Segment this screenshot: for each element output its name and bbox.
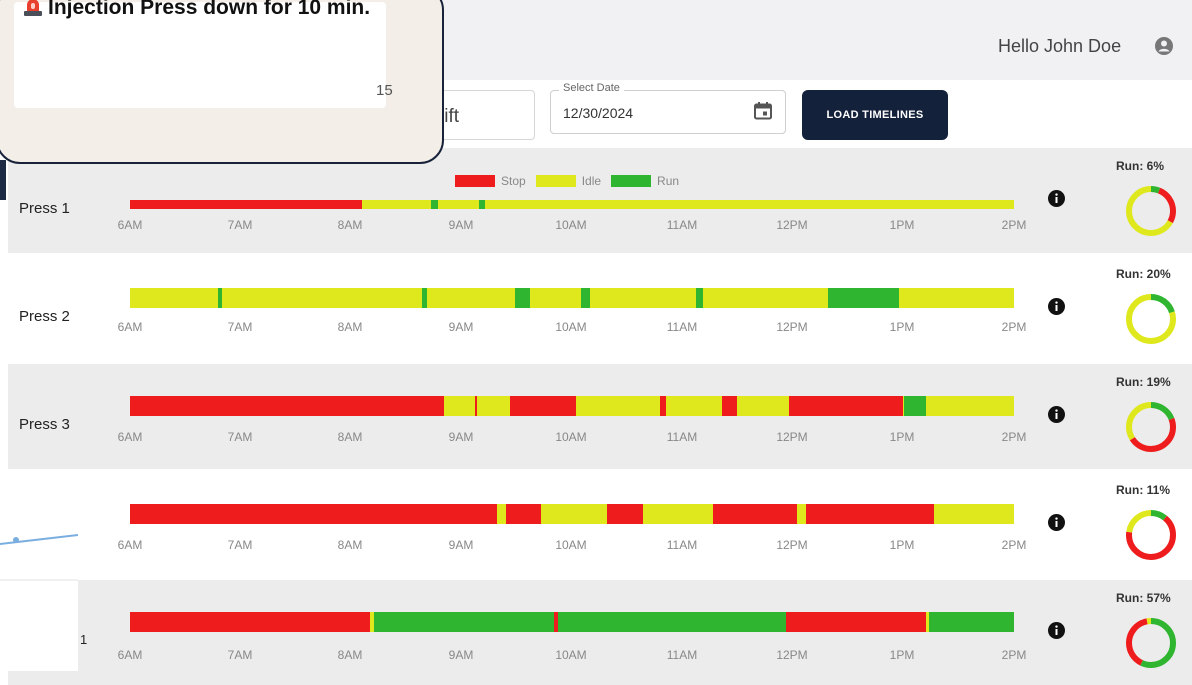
notification-title-text: Injection Press down for 10 min. — [48, 0, 371, 19]
time-tick: 10AM — [555, 320, 587, 334]
machine-row: 6AM 7AM 8AM 9AM 10AM 11AM 12PM 1PM 2PM Run: 11% — [8, 472, 1192, 577]
time-tick: 10AM — [555, 538, 587, 552]
side-panel — [0, 472, 78, 671]
legend-label-run: Run — [657, 174, 680, 188]
siren-icon — [24, 0, 42, 16]
time-tick: 12PM — [776, 538, 808, 552]
time-tick: 11AM — [666, 320, 698, 334]
time-axis: 6AM 7AM 8AM 9AM 10AM 11AM 12PM 1PM 2PM — [8, 364, 1027, 469]
time-tick: 11AM — [666, 648, 698, 662]
time-tick: 12PM — [776, 648, 808, 662]
side-sparkline — [0, 534, 78, 581]
notification-count: 15 — [376, 82, 393, 99]
legend-swatch-idle — [535, 175, 576, 187]
time-tick: 8AM — [337, 218, 363, 232]
time-axis: 6AM 7AM 8AM 9AM 10AM 11AM 12PM 1PM 2PM — [8, 580, 1027, 685]
load-timelines-button[interactable]: LOAD TIMELINES — [802, 90, 948, 140]
run-percentage: Run: 19% — [1116, 375, 1171, 389]
time-tick: 11AM — [666, 538, 698, 552]
info-icon[interactable] — [1048, 190, 1065, 207]
time-tick: 6AM — [117, 430, 143, 444]
time-tick: 9AM — [448, 648, 474, 662]
time-tick: 9AM — [448, 320, 474, 334]
time-tick: 7AM — [227, 430, 253, 444]
time-tick: 6AM — [117, 538, 143, 552]
timeline-legend: Stop Idle Run — [455, 174, 689, 188]
info-icon[interactable] — [1048, 298, 1065, 315]
account-circle-icon[interactable] — [1154, 36, 1174, 56]
time-tick: 9AM — [448, 218, 474, 232]
time-axis: 6AM 7AM 8AM 9AM 10AM 11AM 12PM 1PM 2PM — [8, 472, 1027, 577]
time-tick: 6AM — [117, 648, 143, 662]
time-tick: 10AM — [555, 430, 587, 444]
time-tick: 1PM — [889, 538, 915, 552]
info-icon[interactable] — [1048, 514, 1065, 531]
info-icon[interactable] — [1048, 406, 1065, 423]
side-number: 1 — [80, 632, 88, 647]
greeting-text: Hello John Doe — [998, 36, 1122, 56]
time-tick: 1PM — [889, 648, 915, 662]
run-percentage: Run: 57% — [1116, 591, 1171, 605]
time-tick: 12PM — [776, 218, 808, 232]
time-tick: 7AM — [227, 218, 253, 232]
time-tick: 2PM — [1001, 648, 1027, 662]
time-tick: 6AM — [117, 320, 143, 334]
time-tick: 8AM — [337, 538, 363, 552]
time-tick: 11AM — [666, 430, 698, 444]
time-tick: 2PM — [1001, 218, 1027, 232]
run-donut-chart — [1126, 510, 1176, 560]
legend-label-idle: Idle — [581, 174, 602, 188]
time-tick: 2PM — [1001, 538, 1027, 552]
run-donut-chart — [1126, 186, 1176, 236]
time-tick: 1PM — [889, 320, 915, 334]
machine-row: Press 2 6AM 7AM 8AM 9AM 10AM 11AM 12PM 1PM 2PM Run… — [8, 256, 1192, 361]
time-tick: 8AM — [337, 320, 363, 334]
time-tick: 7AM — [227, 538, 253, 552]
time-tick: 12PM — [776, 320, 808, 334]
notification-toast[interactable]: Injection Press down for 10 min. 15 — [0, 0, 444, 164]
time-tick: 6AM — [117, 218, 143, 232]
time-tick: 10AM — [555, 648, 587, 662]
run-percentage: Run: 11% — [1116, 483, 1171, 497]
time-tick: 10AM — [555, 218, 587, 232]
time-tick: 8AM — [337, 648, 363, 662]
time-axis: 6AM 7AM 8AM 9AM 10AM 11AM 12PM 1PM 2PM — [8, 256, 1027, 361]
date-picker-value: 12/30/2024 — [563, 105, 634, 121]
time-tick: 1PM — [889, 430, 915, 444]
date-picker-label: Select Date — [559, 82, 624, 94]
run-percentage: Run: 6% — [1116, 159, 1164, 173]
run-percentage: Run: 20% — [1116, 267, 1171, 281]
time-tick: 1PM — [889, 218, 915, 232]
date-picker[interactable]: Select Date 12/30/2024 — [550, 82, 786, 134]
legend-label-stop: Stop — [501, 174, 526, 188]
machine-row: Press 3 6AM 7AM 8AM 9AM 10AM 11AM 12PM 1PM 2PM Run… — [8, 364, 1192, 469]
calendar-icon[interactable] — [753, 101, 773, 121]
legend-swatch-stop — [455, 175, 495, 187]
notification-title: Injection Press down for 10 min. — [22, 0, 372, 21]
run-donut-chart — [1126, 294, 1176, 344]
top-header: Hello John Doe — [440, 0, 1192, 80]
legend-swatch-run — [611, 175, 652, 187]
run-donut-chart — [1126, 402, 1176, 452]
time-tick: 9AM — [448, 430, 474, 444]
time-tick: 12PM — [776, 430, 808, 444]
machine-row: 6AM 7AM 8AM 9AM 10AM 11AM 12PM 1PM 2PM Run: 57% — [8, 580, 1192, 685]
time-tick: 9AM — [448, 538, 474, 552]
run-donut-chart — [1126, 618, 1176, 668]
time-tick: 11AM — [666, 218, 698, 232]
time-tick: 2PM — [1001, 430, 1027, 444]
filter-toolbar: Shift Select Date 12/30/2024 LOAD TIMELI… — [420, 80, 1192, 148]
time-tick: 2PM — [1001, 320, 1027, 334]
info-icon[interactable] — [1048, 622, 1065, 639]
time-tick: 7AM — [227, 648, 253, 662]
time-tick: 7AM — [227, 320, 253, 334]
time-tick: 8AM — [337, 430, 363, 444]
